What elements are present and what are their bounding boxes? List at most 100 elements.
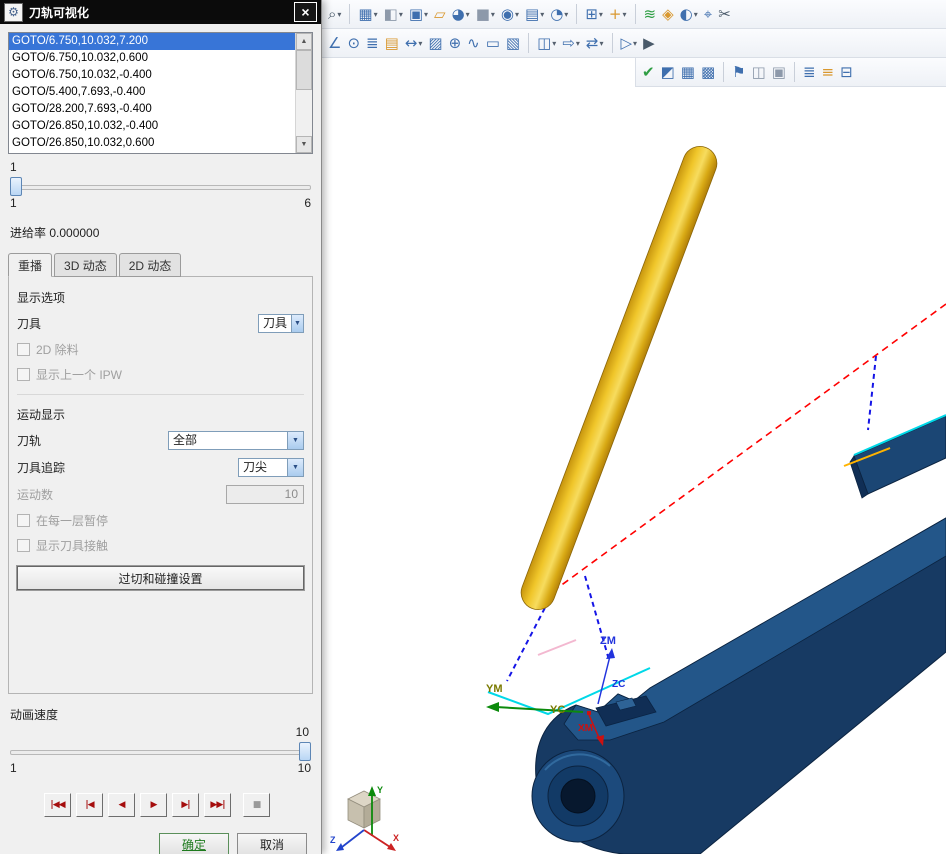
goto-list-item[interactable]: GOTO/6.750,10.032,0.600: [9, 50, 295, 67]
progress-slider-handle[interactable]: [10, 177, 22, 196]
datum-csys-icon[interactable]: ⌖: [702, 5, 714, 24]
wave-link-icon[interactable]: ≋: [642, 5, 659, 24]
revolve-icon[interactable]: ◕ ▾: [450, 5, 472, 24]
tab-replay[interactable]: 重播: [8, 253, 53, 277]
chevron-down-icon[interactable]: ▾: [337, 10, 341, 19]
ok-button[interactable]: 确定: [159, 833, 229, 854]
chevron-down-icon[interactable]: ▾: [418, 39, 422, 48]
goto-list-item[interactable]: GOTO/26.850,10.032,0.600: [9, 135, 295, 152]
graphics-window[interactable]: ZM ZC YM YC XM Y X Z: [322, 0, 946, 854]
speed-slider-track[interactable]: [10, 750, 311, 755]
speed-slider[interactable]: [10, 741, 311, 761]
gouge-collision-settings-button[interactable]: 过切和碰撞设置: [16, 565, 305, 591]
scroll-up-icon[interactable]: ▲: [296, 33, 312, 50]
raster-image-icon[interactable]: ▧: [504, 34, 522, 53]
detail-view-icon[interactable]: ≡: [820, 63, 837, 82]
point-on-curve-icon[interactable]: ⊙: [345, 34, 362, 53]
new-window-icon[interactable]: ◫ ▾: [535, 34, 558, 53]
chevron-down-icon[interactable]: ▾: [633, 39, 637, 48]
flow-branch-icon[interactable]: ⇄ ▾: [584, 34, 606, 53]
go-to-end-button[interactable]: ▶▶|: [204, 793, 231, 817]
tab-2d-dynamic[interactable]: 2D 动态: [118, 253, 182, 277]
cancel-button[interactable]: 取消: [237, 833, 307, 854]
tool-trace-combo[interactable]: 刀尖 ▼: [238, 458, 304, 477]
chevron-down-icon[interactable]: ▾: [399, 10, 403, 19]
spline-icon[interactable]: ∿: [465, 34, 482, 53]
step-back-button[interactable]: |◀: [76, 793, 103, 817]
goto-list-item[interactable]: GOTO/5.400,7.693,-0.400: [9, 84, 295, 101]
rectangle-icon[interactable]: ▭: [484, 34, 502, 53]
chevron-down-icon[interactable]: ▾: [491, 10, 495, 19]
view-triad: Y X Z: [330, 785, 399, 851]
close-icon[interactable]: ×: [294, 2, 317, 22]
edit-object-display-icon[interactable]: ◈: [660, 5, 676, 24]
chevron-down-icon[interactable]: ▾: [540, 10, 544, 19]
measure-distance-icon[interactable]: ↔ ▾: [403, 34, 425, 53]
chevron-down-icon[interactable]: ▾: [424, 10, 428, 19]
scrollbar-track[interactable]: [296, 50, 312, 136]
show-wcs-icon[interactable]: ◩: [659, 63, 677, 82]
play-backward-button[interactable]: ◀: [108, 793, 135, 817]
go-to-start-button[interactable]: |◀◀: [44, 793, 71, 817]
chevron-down-icon[interactable]: ▾: [564, 10, 568, 19]
progress-slider-track[interactable]: [10, 185, 311, 190]
goto-list-item[interactable]: GOTO/6.750,10.032,-0.400: [9, 67, 295, 84]
block-icon[interactable]: ■ ▾: [474, 5, 497, 24]
window-split-icon[interactable]: ◫: [750, 63, 768, 82]
pattern-feature-icon[interactable]: ▤ ▾: [523, 5, 546, 24]
verify-icon[interactable]: ✔: [640, 63, 657, 82]
play-forward-button[interactable]: ▶: [140, 793, 167, 817]
snapshot-icon[interactable]: ▣: [770, 63, 788, 82]
step-forward-button[interactable]: ▶|: [172, 793, 199, 817]
dialog-titlebar[interactable]: ⚙ 刀轨可视化 ×: [0, 0, 321, 24]
chevron-down-icon[interactable]: ▾: [466, 10, 470, 19]
progress-slider[interactable]: [10, 176, 311, 196]
chevron-down-icon[interactable]: ▾: [552, 39, 556, 48]
tree-view-icon[interactable]: ⊟: [838, 63, 855, 82]
chevron-down-icon[interactable]: ▼: [287, 459, 303, 476]
information-icon[interactable]: ▤: [383, 34, 401, 53]
unite-icon[interactable]: ◉ ▾: [499, 5, 521, 24]
flow-export-icon[interactable]: ⇨ ▾: [560, 34, 582, 53]
chevron-down-icon[interactable]: ▼: [287, 432, 303, 449]
play-animation-icon[interactable]: ▶: [641, 34, 657, 53]
datum-plane-icon[interactable]: ◧ ▾: [382, 5, 405, 24]
sketch-icon[interactable]: ▦ ▾: [356, 5, 379, 24]
list-view-icon[interactable]: ≣: [801, 63, 818, 82]
trim-body-icon[interactable]: ✂: [716, 5, 733, 24]
flag-icon[interactable]: ⚑: [730, 63, 747, 82]
scrollbar-thumb[interactable]: [296, 50, 312, 90]
add-component-icon[interactable]: ⊞ ▾: [583, 5, 605, 24]
chevron-down-icon[interactable]: ▾: [622, 10, 626, 19]
speed-slider-handle[interactable]: [299, 742, 311, 761]
goto-list-item[interactable]: GOTO/28.200,7.693,-0.400: [9, 101, 295, 118]
cutting-tool-cylinder[interactable]: [520, 146, 718, 610]
chevron-down-icon[interactable]: ▾: [599, 39, 603, 48]
pattern-geometry-icon[interactable]: ▦: [679, 63, 697, 82]
chevron-down-icon[interactable]: ▼: [291, 315, 303, 332]
chevron-down-icon[interactable]: ▾: [576, 39, 580, 48]
object-group-icon[interactable]: ▩: [699, 63, 717, 82]
snap-angle-icon[interactable]: ∠: [326, 34, 343, 53]
chevron-down-icon[interactable]: ▾: [374, 10, 378, 19]
edge-blend-icon[interactable]: ◔ ▾: [548, 5, 570, 24]
chevron-down-icon[interactable]: ▾: [694, 10, 698, 19]
scroll-down-icon[interactable]: ▼: [296, 136, 312, 153]
viewport-3d[interactable]: ZM ZC YM YC XM Y X Z: [322, 0, 946, 854]
goto-list-item[interactable]: GOTO/6.750,10.032,7.200: [9, 33, 295, 50]
extrude-icon[interactable]: ▣ ▾: [407, 5, 430, 24]
tab-3d-dynamic[interactable]: 3D 动态: [54, 253, 117, 277]
goto-list-item[interactable]: GOTO/26.850,10.032,-0.400: [9, 118, 295, 135]
toolpath-combo[interactable]: 全部 ▼: [168, 431, 304, 450]
zoom-icon[interactable]: ⌕ ▾: [326, 5, 343, 24]
show-hide-icon[interactable]: ◐ ▾: [678, 5, 700, 24]
tool-combo[interactable]: 刀具 ▼: [258, 314, 304, 333]
flow-run-icon[interactable]: ▷ ▾: [619, 34, 640, 53]
copy-feature-icon[interactable]: ▱: [432, 5, 448, 24]
move-component-icon[interactable]: + ▾: [607, 5, 629, 24]
chevron-down-icon[interactable]: ▾: [515, 10, 519, 19]
list-icon[interactable]: ≣: [364, 34, 381, 53]
chevron-down-icon[interactable]: ▾: [599, 10, 603, 19]
target-point-icon[interactable]: ⊕: [447, 34, 464, 53]
crosshatch-icon[interactable]: ▨: [426, 34, 444, 53]
